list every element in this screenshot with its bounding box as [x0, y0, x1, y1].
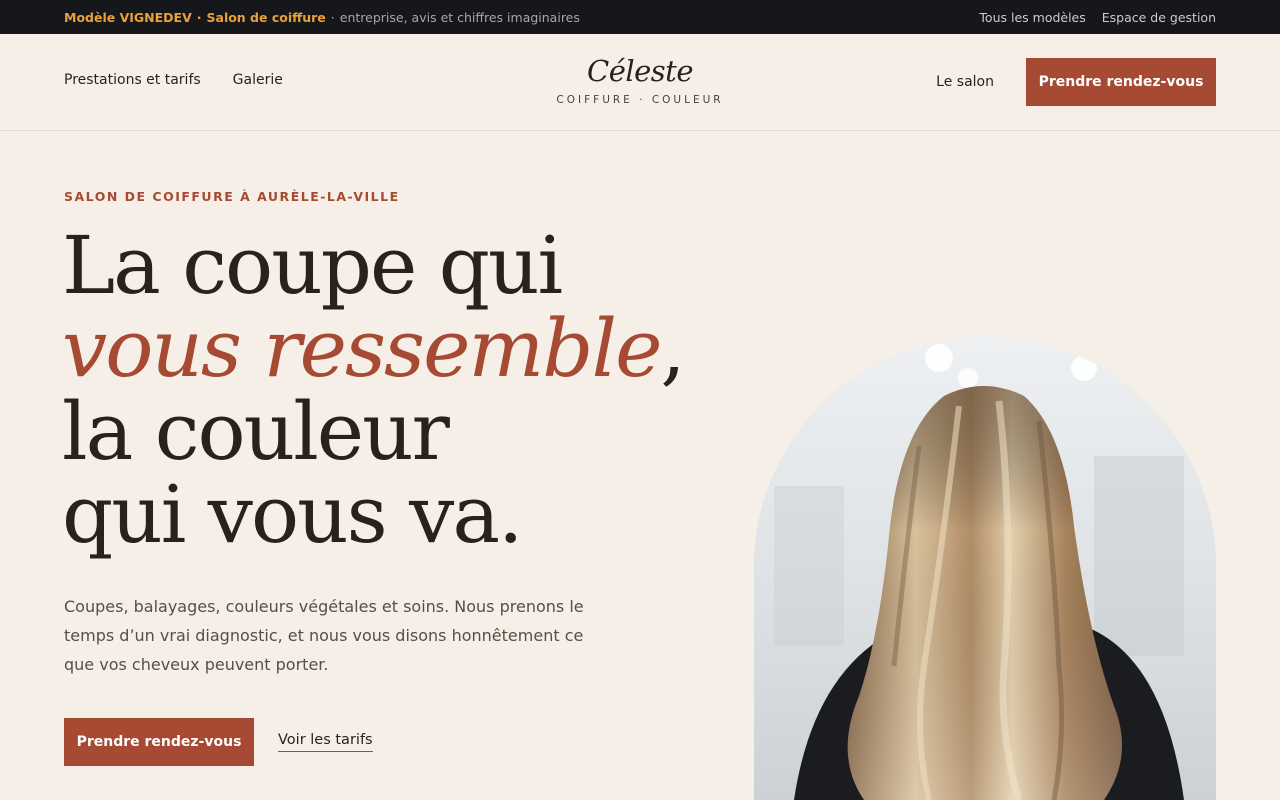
logo-tagline: COIFFURE · COULEUR — [556, 94, 724, 106]
tagline-separator: · — [330, 9, 335, 25]
hero-description: Coupes, balayages, couleurs végétales et… — [64, 597, 584, 674]
headline-line-3: la couleur — [62, 385, 450, 478]
nav-salon[interactable]: Le salon — [936, 74, 994, 90]
brand-separator: · — [196, 9, 202, 25]
site-logo[interactable]: Céleste COIFFURE · COULEUR — [540, 54, 740, 106]
site-header: Prestations et tarifs Galerie Céleste CO… — [0, 34, 1280, 131]
headline-comma: , — [660, 302, 685, 395]
headline-line-4: qui vous va. — [62, 468, 523, 561]
announcement-text: Modèle VIGNEDEV · Salon de coiffure · en… — [64, 10, 580, 25]
management-link[interactable]: Espace de gestion — [1102, 10, 1216, 25]
template-brand: Modèle VIGNEDEV — [64, 9, 192, 25]
hero-photo — [754, 336, 1216, 800]
hero-headline: La coupe qui vous ressemble, la couleur … — [62, 224, 686, 556]
logo-name: Céleste — [587, 54, 694, 88]
all-templates-link[interactable]: Tous les modèles — [979, 10, 1085, 25]
headline-line-1: La coupe qui — [62, 219, 563, 312]
topbar-links: Tous les modèles Espace de gestion — [979, 10, 1216, 25]
announcement-bar: Modèle VIGNEDEV · Salon de coiffure · en… — [0, 0, 1280, 34]
nav-gallery[interactable]: Galerie — [233, 72, 283, 88]
hero-book-button[interactable]: Prendre rendez-vous — [64, 718, 254, 766]
template-category: Salon de coiffure — [206, 9, 326, 25]
primary-nav: Prestations et tarifs Galerie — [64, 72, 283, 88]
nav-services-pricing[interactable]: Prestations et tarifs — [64, 72, 201, 88]
header-book-button[interactable]: Prendre rendez-vous — [1026, 58, 1216, 106]
secondary-nav: Le salon Prendre rendez-vous — [936, 58, 1216, 106]
hero-eyebrow: SALON DE COIFFURE À AURÈLE-LA-VILLE — [64, 189, 400, 204]
see-prices-link[interactable]: Voir les tarifs — [278, 732, 373, 752]
template-tagline: entreprise, avis et chiffres imaginaires — [339, 9, 580, 25]
hair-photo-illustration — [754, 336, 1216, 800]
headline-accent: vous ressemble — [62, 302, 662, 395]
